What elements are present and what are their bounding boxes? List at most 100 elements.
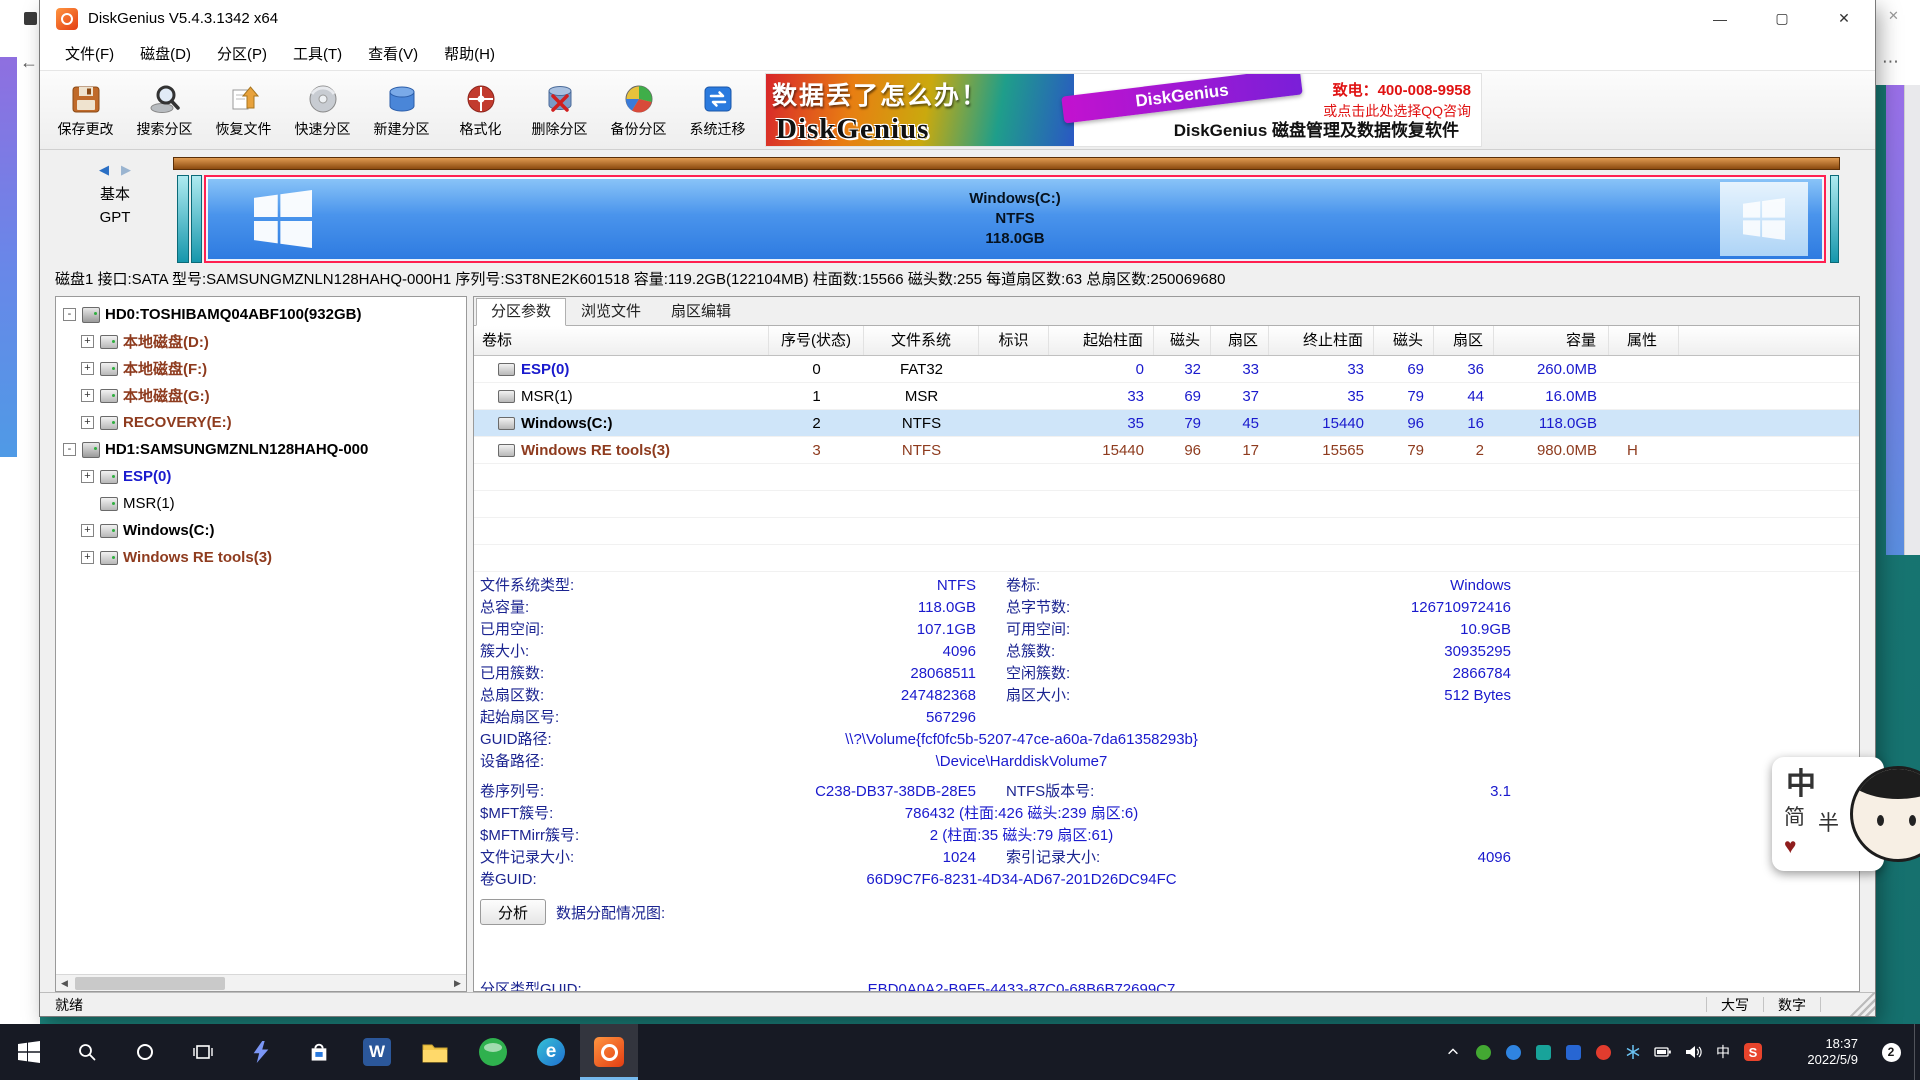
disk-capacity-strip[interactable]	[173, 157, 1840, 170]
maximize-button[interactable]: ▢	[1751, 0, 1813, 37]
tree-node-local-f[interactable]: + 本地磁盘(F:)	[56, 355, 466, 382]
tree-node-local-d[interactable]: + 本地磁盘(D:)	[56, 328, 466, 355]
analyze-button[interactable]: 分析	[480, 899, 546, 925]
tree-node-hd1[interactable]: - HD1:SAMSUNGMZNLN128HAHQ-000	[56, 436, 466, 463]
col-end-cylinder[interactable]: 终止柱面	[1269, 326, 1374, 355]
tree-node-windows-re[interactable]: + Windows RE tools(3)	[56, 544, 466, 571]
scrollbar-thumb[interactable]	[75, 977, 225, 990]
heart-icon[interactable]: ♥	[1784, 835, 1796, 859]
app-diskgenius[interactable]	[580, 1024, 638, 1080]
tree-node-hd0[interactable]: - HD0:TOSHIBAMQ04ABF100(932GB)	[56, 301, 466, 328]
notification-center-button[interactable]: 2	[1868, 1024, 1914, 1080]
partition-bar-esp[interactable]	[177, 175, 189, 263]
expand-icon[interactable]: +	[81, 470, 94, 483]
expand-icon[interactable]: +	[81, 524, 94, 537]
tray-icon-teal[interactable]	[1528, 1024, 1558, 1080]
search-partition-button[interactable]: 搜索分区	[125, 73, 204, 147]
show-desktop-strip[interactable]	[1914, 1024, 1920, 1080]
expand-icon[interactable]: +	[81, 335, 94, 348]
menu-disk[interactable]: 磁盘(D)	[127, 37, 204, 70]
tab-browse-files[interactable]: 浏览文件	[566, 298, 656, 326]
partition-row-esp[interactable]: ESP(0) 0 FAT32 0 32 33 33 69 36 260.0MB	[474, 356, 1859, 383]
tree-node-local-g[interactable]: + 本地磁盘(G:)	[56, 382, 466, 409]
tree-hscrollbar[interactable]: ◀ ▶	[56, 974, 466, 991]
new-partition-button[interactable]: 新建分区	[362, 73, 441, 147]
prev-disk-arrow[interactable]: ◀	[99, 162, 109, 178]
save-changes-button[interactable]: 保存更改	[46, 73, 125, 147]
app-browser-green[interactable]	[464, 1024, 522, 1080]
close-button[interactable]: ✕	[1813, 0, 1875, 37]
menu-view[interactable]: 查看(V)	[355, 37, 431, 70]
collapse-icon[interactable]: -	[63, 308, 76, 321]
app-word[interactable]: W	[348, 1024, 406, 1080]
partition-row-windows-c[interactable]: Windows(C:) 2 NTFS 35 79 45 15440 96 16 …	[474, 410, 1859, 437]
tree-node-recovery-e[interactable]: + RECOVERY(E:)	[56, 409, 466, 436]
partition-bar-windows-c[interactable]: Windows(C:) NTFS 118.0GB	[204, 175, 1826, 263]
tray-icon-blue-square[interactable]	[1558, 1024, 1588, 1080]
scroll-right-arrow[interactable]: ▶	[449, 975, 466, 992]
tray-icon-volume[interactable]	[1678, 1024, 1708, 1080]
start-button[interactable]	[0, 1024, 58, 1080]
ime-simplified-toggle[interactable]: 简	[1784, 801, 1805, 831]
tab-sector-edit[interactable]: 扇区编辑	[656, 298, 746, 326]
col-sector[interactable]: 扇区	[1211, 326, 1269, 355]
col-capacity[interactable]: 容量	[1494, 326, 1609, 355]
tray-icon-blue-circle[interactable]	[1498, 1024, 1528, 1080]
col-attributes[interactable]: 属性	[1609, 326, 1679, 355]
quick-partition-button[interactable]: 快速分区	[283, 73, 362, 147]
expand-icon[interactable]: +	[81, 362, 94, 375]
next-disk-arrow[interactable]: ▶	[121, 162, 131, 178]
col-index-status[interactable]: 序号(状态)	[769, 326, 864, 355]
tray-icon-green[interactable]	[1468, 1024, 1498, 1080]
collapse-icon[interactable]: -	[63, 443, 76, 456]
app-edge[interactable]: e	[522, 1024, 580, 1080]
app-explorer[interactable]	[406, 1024, 464, 1080]
tray-expand-chevron[interactable]	[1438, 1024, 1468, 1080]
app-store[interactable]	[290, 1024, 348, 1080]
partition-bar-msr[interactable]	[191, 175, 202, 263]
col-head-2[interactable]: 磁头	[1374, 326, 1434, 355]
ime-halfwidth-toggle[interactable]: 半	[1818, 807, 1839, 837]
search-button[interactable]	[58, 1024, 116, 1080]
tray-icon-battery[interactable]	[1648, 1024, 1678, 1080]
disk-type-panel: ◀ ▶ 基本 GPT	[80, 162, 150, 226]
menu-help[interactable]: 帮助(H)	[431, 37, 508, 70]
col-start-cylinder[interactable]: 起始柱面	[1049, 326, 1154, 355]
partition-bar-re-tools[interactable]	[1830, 175, 1839, 263]
menu-partition[interactable]: 分区(P)	[204, 37, 280, 70]
col-head[interactable]: 磁头	[1154, 326, 1211, 355]
lang-indicator[interactable]: 中	[1708, 1024, 1738, 1080]
partition-row-msr[interactable]: MSR(1) 1 MSR 33 69 37 35 79 44 16.0MB	[474, 383, 1859, 410]
tab-partition-params[interactable]: 分区参数	[476, 298, 566, 326]
expand-icon[interactable]: +	[81, 551, 94, 564]
recover-files-button[interactable]: 恢复文件	[204, 73, 283, 147]
col-flag[interactable]: 标识	[979, 326, 1049, 355]
tree-node-windows-c[interactable]: + Windows(C:)	[56, 517, 466, 544]
col-sector-2[interactable]: 扇区	[1434, 326, 1494, 355]
ime-chinese-toggle[interactable]: 中	[1786, 759, 1816, 803]
system-migration-button[interactable]: 系统迁移	[678, 73, 757, 147]
resize-grip[interactable]	[1835, 993, 1875, 1016]
tree-node-esp[interactable]: + ESP(0)	[56, 463, 466, 490]
scroll-left-arrow[interactable]: ◀	[56, 975, 73, 992]
app-lightning[interactable]	[232, 1024, 290, 1080]
expand-icon[interactable]: +	[81, 389, 94, 402]
partition-row-windows-re[interactable]: Windows RE tools(3) 3 NTFS 15440 96 17 1…	[474, 437, 1859, 464]
tray-icon-snowflake[interactable]	[1618, 1024, 1648, 1080]
ad-banner[interactable]: 数据丢了怎么办！ DiskGenius DiskGenius 致电：400-00…	[765, 73, 1482, 147]
tree-node-msr[interactable]: MSR(1)	[56, 490, 466, 517]
col-filesystem[interactable]: 文件系统	[864, 326, 979, 355]
cortana-button[interactable]	[116, 1024, 174, 1080]
backup-partition-button[interactable]: 备份分区	[599, 73, 678, 147]
format-button[interactable]: 格式化	[441, 73, 520, 147]
menu-tools[interactable]: 工具(T)	[280, 37, 355, 70]
tray-icon-red[interactable]	[1588, 1024, 1618, 1080]
clock[interactable]: 18:37 2022/5/9	[1778, 1036, 1858, 1068]
minimize-button[interactable]: —	[1689, 0, 1751, 37]
delete-partition-button[interactable]: 删除分区	[520, 73, 599, 147]
col-volume-label[interactable]: 卷标	[474, 326, 769, 355]
taskview-button[interactable]	[174, 1024, 232, 1080]
sogou-ime-icon[interactable]: S	[1738, 1024, 1768, 1080]
expand-icon[interactable]: +	[81, 416, 94, 429]
menu-file[interactable]: 文件(F)	[52, 37, 127, 70]
